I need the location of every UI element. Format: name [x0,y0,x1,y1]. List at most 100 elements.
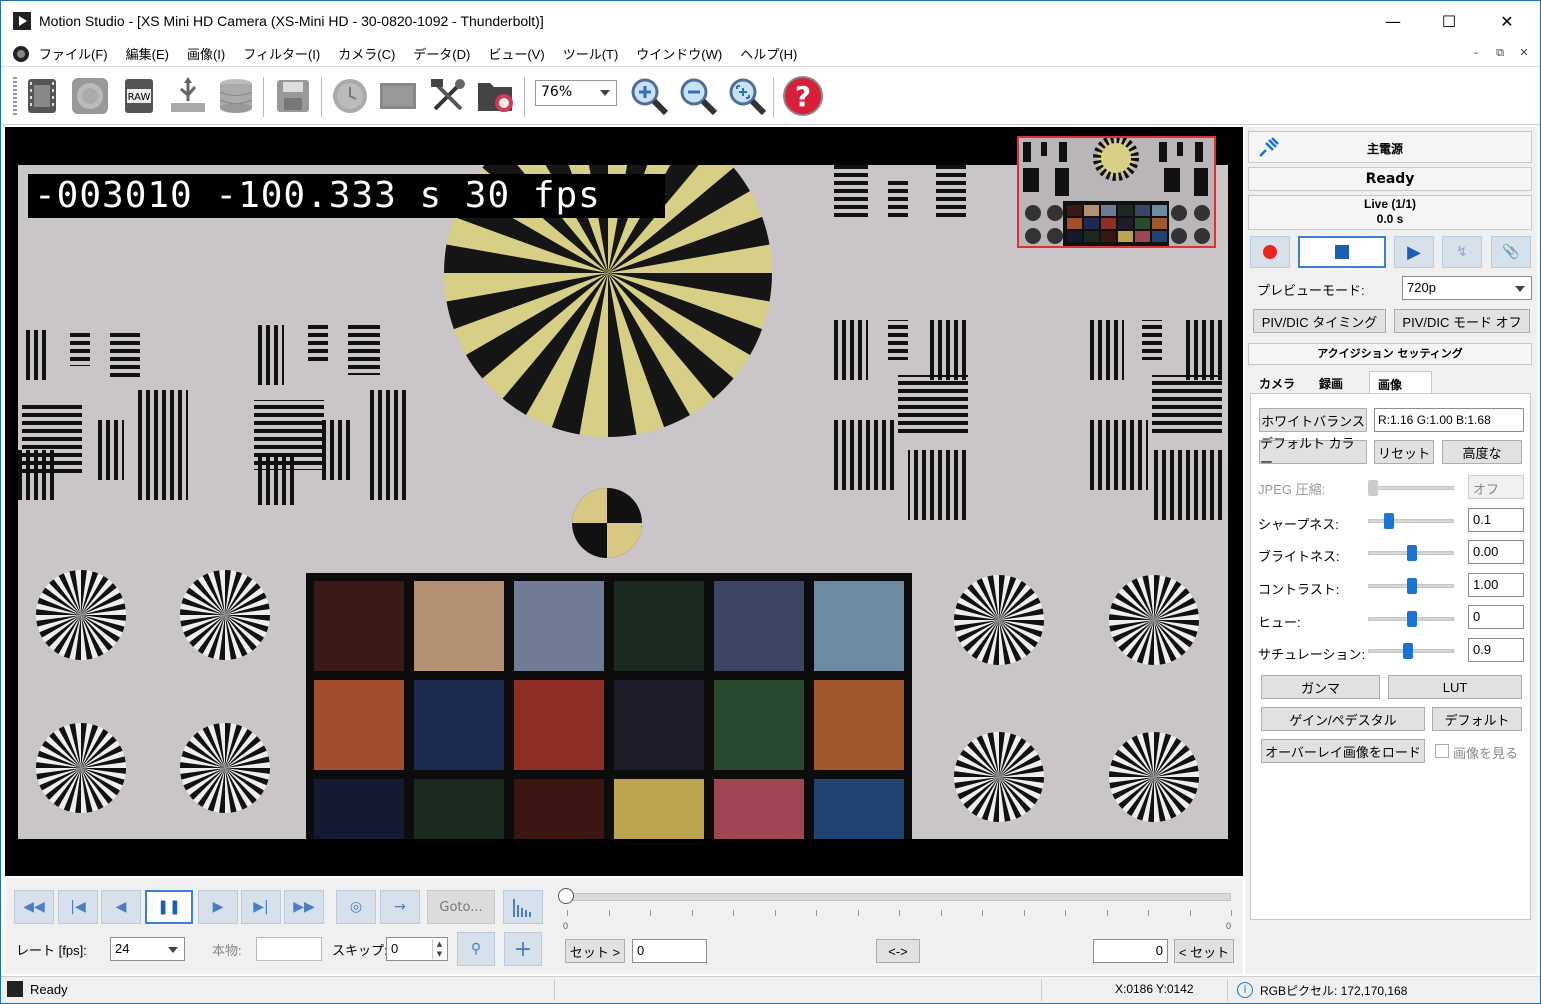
attach-icon[interactable]: 📎 [1491,236,1531,268]
close-button[interactable]: ✕ [1478,1,1536,41]
gain-pedestal-button[interactable]: ゲイン/ペデスタル [1261,707,1425,731]
document-menu-icon[interactable] [13,45,29,62]
timeline-start: 0 [563,921,569,931]
clock-icon[interactable] [329,75,371,117]
menu-image[interactable]: 画像(I) [187,44,225,63]
brightness-field[interactable]: 0.00 [1468,540,1524,564]
zoom-fit-icon[interactable] [726,75,768,117]
acquisition-title: アクイジション セッティング [1248,343,1532,365]
save-icon[interactable] [272,75,314,117]
raw-icon[interactable]: RAW [118,75,160,117]
timestamp-overlay: -003010 -100.333 s 30 fps [28,174,665,218]
overlay-load-button[interactable]: オーバーレイ画像をロード [1261,739,1425,763]
tools-icon[interactable] [427,75,469,117]
timeline-thumb[interactable] [558,888,574,904]
mdi-close-button[interactable]: ✕ [1515,46,1533,62]
hue-field[interactable]: 0 [1468,605,1524,629]
rate-select[interactable]: 24 [110,937,185,961]
skip-to-start-button[interactable]: |◀ [58,890,98,924]
menu-filter[interactable]: フィルター(I) [243,44,320,63]
window-title: Motion Studio - [XS Mini HD Camera (XS-M… [39,13,544,29]
target-icon[interactable]: ◎ [336,890,376,924]
menu-view[interactable]: ビュー(V) [488,44,544,63]
sharpness-slider-thumb[interactable] [1383,513,1394,529]
play-button[interactable]: ▶ [198,890,238,924]
menu-data[interactable]: データ(D) [413,44,470,63]
trigger-icon[interactable]: ↯ [1442,236,1482,268]
step-back-button[interactable]: ◀ [101,890,141,924]
saturation-slider-thumb[interactable] [1403,643,1414,659]
show-image-checkbox[interactable] [1435,744,1449,758]
contrast-slider-thumb[interactable] [1407,578,1417,594]
maximize-button[interactable]: ☐ [1420,1,1478,41]
set-out-button[interactable]: < セット [1174,939,1234,963]
goto-button[interactable]: Goto... [427,890,495,924]
reset-button[interactable]: リセット [1374,440,1434,464]
mdi-restore-button[interactable]: ⧉ [1491,46,1509,62]
tab-image[interactable]: 画像 [1369,371,1432,393]
stop-button[interactable] [1298,236,1386,268]
set-out-field[interactable]: 0 [1093,939,1168,963]
toolbar: RAW ? [1,67,1540,125]
monitor-icon[interactable] [377,75,419,117]
plug-icon[interactable] [1256,134,1282,164]
piv-mode-button[interactable]: PIV/DIC モード オフ [1394,309,1530,333]
camera-image[interactable] [18,109,1228,869]
fast-forward-button[interactable]: ▶▶ [284,890,324,924]
set-in-button[interactable]: セット > [565,939,625,963]
skip-to-end-button[interactable]: ▶| [241,890,281,924]
menu-file[interactable]: ファイル(F) [39,44,108,63]
overview-thumbnail[interactable] [1017,136,1216,248]
saturation-field[interactable]: 0.9 [1468,638,1524,662]
menu-edit[interactable]: 編集(E) [126,44,169,63]
preview-mode-select[interactable]: 720p [1402,276,1532,300]
database-icon[interactable] [215,75,257,117]
help-icon[interactable]: ? [782,75,824,117]
fast-rewind-button[interactable]: ◀◀ [14,890,54,924]
default-button[interactable]: デフォルト [1432,707,1522,731]
default-color-button[interactable]: デフォルト カラー [1259,436,1367,470]
location-pin-icon[interactable]: ⚲ [457,932,495,966]
set-in-field[interactable]: 0 [632,939,707,963]
sharpness-field[interactable]: 0.1 [1468,508,1524,532]
zoom-in-icon[interactable] [628,75,670,117]
title-bar: Motion Studio - [XS Mini HD Camera (XS-M… [1,1,1540,41]
add-icon[interactable]: + [504,932,542,966]
tab-record[interactable]: 録画 [1311,371,1351,393]
sharpness-slider[interactable] [1368,519,1454,523]
info-icon: i [1237,982,1253,998]
raw-label: RAW [128,92,151,103]
film-icon[interactable] [21,75,63,117]
histogram-icon[interactable] [503,890,543,924]
live-play-button[interactable]: ▶ [1394,236,1434,268]
piv-timing-button[interactable]: PIV/DIC タイミング [1253,309,1386,333]
hue-slider-thumb[interactable] [1407,611,1417,627]
real-field[interactable] [256,937,322,961]
skip-stepper-arrows[interactable]: ▲ ▼ [432,939,446,959]
menu-camera[interactable]: カメラ(C) [338,44,395,63]
menu-help[interactable]: ヘルプ(H) [740,44,797,63]
advanced-button[interactable]: 高度な [1442,440,1522,464]
zoom-select[interactable]: 76% [535,80,617,106]
mdi-minimize-button[interactable]: – [1467,46,1485,62]
pause-button[interactable]: ❚❚ [145,890,193,924]
tab-camera[interactable]: カメラ [1251,371,1303,393]
zoom-out-icon[interactable] [677,75,719,117]
white-balance-button[interactable]: ホワイトバランス [1259,408,1367,432]
brightness-slider-thumb[interactable] [1407,545,1417,561]
timeline-track[interactable] [567,893,1231,901]
camera-lens-icon[interactable] [69,75,111,117]
menu-window[interactable]: ウインドウ(W) [636,44,722,63]
arrow-right-icon[interactable]: → [380,890,420,924]
minimize-button[interactable]: — [1364,1,1422,41]
skip-label: スキップ: [332,943,388,958]
toolbar-grip[interactable] [13,77,17,117]
contrast-field[interactable]: 1.00 [1468,573,1524,597]
gamma-button[interactable]: ガンマ [1261,675,1380,699]
lut-button[interactable]: LUT [1388,675,1522,699]
folder-record-icon[interactable] [475,75,517,117]
record-button[interactable] [1250,236,1290,268]
swap-button[interactable]: <-> [876,939,920,963]
menu-tools[interactable]: ツール(T) [563,44,619,63]
usb-icon[interactable] [167,75,209,117]
